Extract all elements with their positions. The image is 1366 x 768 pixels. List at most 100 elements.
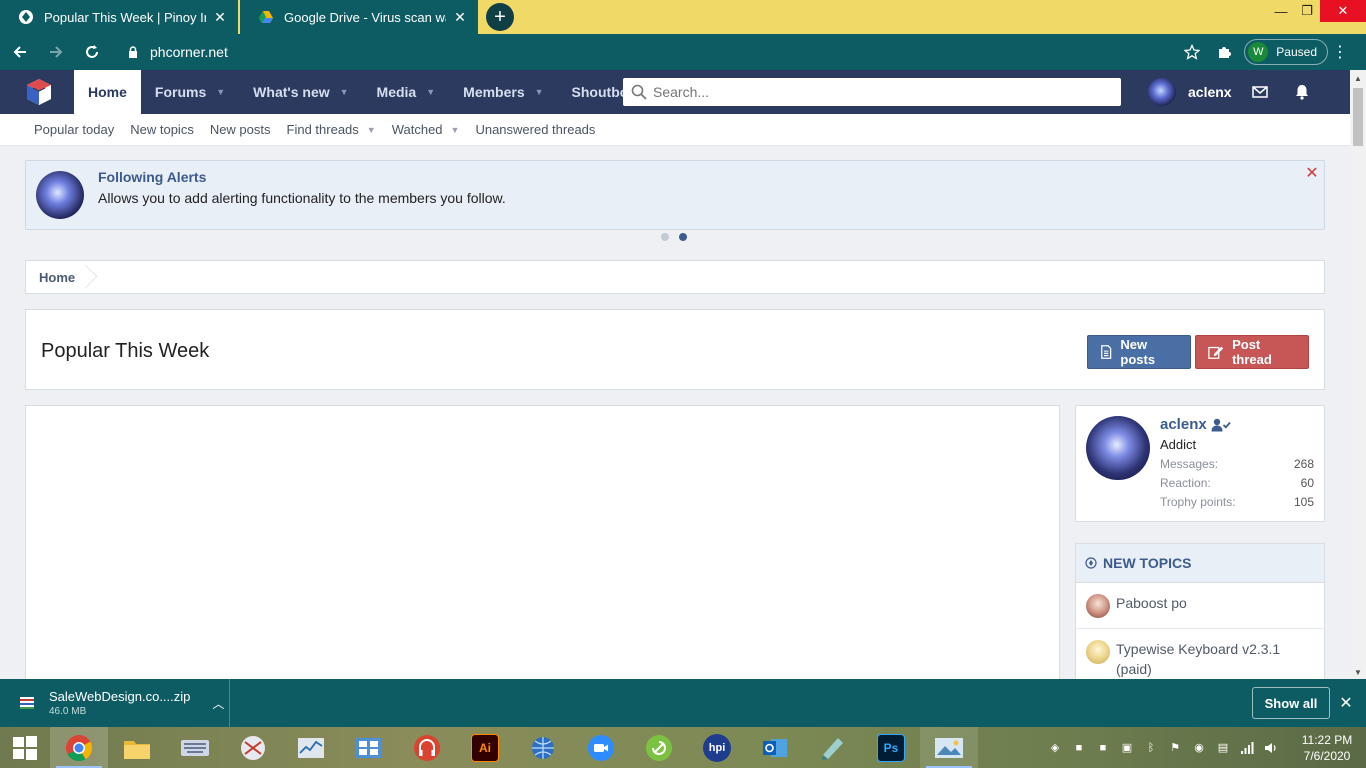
tab-close-icon[interactable]: ✕	[212, 9, 228, 25]
caret-down-icon[interactable]: ▼	[216, 87, 225, 97]
video-app-icon[interactable]	[572, 727, 630, 768]
network-tray-icon[interactable]: ◈	[1046, 739, 1064, 757]
notice-title[interactable]: Following Alerts	[98, 169, 206, 185]
forward-icon[interactable]	[40, 36, 72, 68]
close-icon[interactable]: ✕	[1338, 695, 1354, 712]
reload-icon[interactable]	[76, 36, 108, 68]
alerts-bell-icon[interactable]	[1282, 70, 1322, 114]
resource-monitor-icon[interactable]	[282, 727, 340, 768]
bluetooth-icon[interactable]: ᛒ	[1142, 739, 1160, 757]
nav-home[interactable]: Home	[74, 70, 141, 114]
scroll-down-icon[interactable]: ▼	[1350, 664, 1366, 680]
notes-app-icon[interactable]	[804, 727, 862, 768]
chevron-up-icon[interactable]: ︿	[212, 695, 224, 712]
scroll-up-icon[interactable]: ▲	[1350, 70, 1366, 86]
pager-dot-active[interactable]	[679, 233, 687, 241]
caret-down-icon[interactable]: ▼	[340, 87, 349, 97]
new-posts-button[interactable]: New posts	[1087, 335, 1191, 369]
new-tab-button[interactable]: +	[486, 3, 514, 31]
green-app-icon[interactable]	[630, 727, 688, 768]
image-viewer-icon[interactable]	[920, 727, 978, 768]
window-close-icon[interactable]: ✕	[1320, 0, 1366, 22]
browser-tab-inactive[interactable]: Google Drive - Virus scan warning ✕	[240, 0, 478, 34]
stat-value[interactable]: 105	[1294, 495, 1314, 509]
notice-close-icon[interactable]: ✕	[1304, 165, 1320, 182]
nav-whats-new[interactable]: What's new ▼	[239, 70, 362, 114]
illustrator-icon[interactable]: Ai	[456, 727, 514, 768]
avatar[interactable]	[1086, 416, 1150, 480]
caret-down-icon[interactable]: ▼	[367, 125, 376, 135]
inbox-envelope-icon[interactable]	[1240, 70, 1280, 114]
tray-app-icon[interactable]: ▤	[1214, 739, 1232, 757]
stat-label: Trophy points:	[1160, 495, 1236, 509]
pager-dot[interactable]	[661, 233, 669, 241]
avatar[interactable]	[1086, 640, 1110, 664]
tray-app-icon[interactable]: ▣	[1118, 739, 1136, 757]
keyboard-app-icon[interactable]	[166, 727, 224, 768]
chrome-taskbar-icon[interactable]	[50, 727, 108, 768]
clock-date: 7/6/2020	[1303, 749, 1351, 763]
maximize-icon[interactable]: ❐	[1294, 0, 1320, 22]
browser-toolbar: phcorner.net W Paused ⋮	[0, 34, 1366, 70]
windows-start-icon[interactable]	[0, 727, 50, 768]
photoshop-icon[interactable]: Ps	[862, 727, 920, 768]
tray-app-icon[interactable]: ■	[1070, 739, 1088, 757]
extensions-puzzle-icon[interactable]	[1208, 36, 1240, 68]
subnav-new-topics[interactable]: New topics	[122, 122, 202, 137]
topics-icon	[1085, 557, 1097, 569]
tray-app-icon[interactable]: ⚑	[1166, 739, 1184, 757]
hpi-app-icon[interactable]: hpi	[688, 727, 746, 768]
download-item[interactable]: SaleWebDesign.co....zip 46.0 MB ︿	[0, 679, 230, 727]
subnav-unanswered-threads[interactable]: Unanswered threads	[467, 122, 603, 137]
tray-app-icon[interactable]: ■	[1094, 739, 1112, 757]
post-thread-button[interactable]: Post thread	[1195, 335, 1309, 369]
headphones-app-icon[interactable]	[398, 727, 456, 768]
show-all-button[interactable]: Show all	[1252, 687, 1330, 719]
list-item[interactable]: Paboost po	[1076, 583, 1324, 629]
caret-down-icon[interactable]: ▼	[451, 125, 460, 135]
wifi-signal-icon[interactable]	[1238, 739, 1256, 757]
caret-down-icon[interactable]: ▼	[426, 87, 435, 97]
page-scrollbar[interactable]: ▲ ▼	[1350, 70, 1366, 680]
topic-title[interactable]: Paboost po	[1116, 593, 1187, 618]
topic-title[interactable]: Typewise Keyboard v2.3.1 (paid)	[1116, 639, 1314, 679]
control-panel-icon[interactable]	[340, 727, 398, 768]
subnav-popular-today[interactable]: Popular today	[26, 122, 122, 137]
subnav-watched[interactable]: Watched ▼	[384, 122, 468, 137]
nav-members[interactable]: Members ▼	[449, 70, 557, 114]
snipping-tool-icon[interactable]	[224, 727, 282, 768]
lock-icon[interactable]	[128, 46, 138, 58]
bookmark-star-icon[interactable]	[1176, 36, 1208, 68]
nav-forums[interactable]: Forums ▼	[141, 70, 239, 114]
stat-value[interactable]: 268	[1294, 457, 1314, 471]
browser-menu-icon[interactable]: ⋮	[1328, 36, 1352, 68]
minimize-icon[interactable]: —	[1268, 0, 1294, 22]
stat-value[interactable]: 60	[1301, 476, 1314, 490]
site-logo[interactable]	[12, 70, 66, 114]
address-bar[interactable]: phcorner.net	[116, 38, 1168, 66]
heading-text: NEW TOPICS	[1103, 555, 1192, 571]
avatar[interactable]	[1086, 594, 1110, 618]
tray-app-icon[interactable]: ◉	[1190, 739, 1208, 757]
stat-reaction: Reaction: 60	[1160, 476, 1314, 490]
clock-time: 11:22 PM	[1301, 733, 1353, 747]
list-item[interactable]: Typewise Keyboard v2.3.1 (paid)	[1076, 629, 1324, 682]
search-input[interactable]	[653, 84, 1121, 100]
back-icon[interactable]	[4, 36, 36, 68]
volume-icon[interactable]	[1262, 739, 1280, 757]
file-explorer-icon[interactable]	[108, 727, 166, 768]
taskbar-clock[interactable]: 11:22 PM 7/6/2020	[1296, 732, 1358, 764]
subnav-new-posts[interactable]: New posts	[202, 122, 279, 137]
user-account-menu[interactable]: aclenx	[1148, 70, 1232, 114]
profile-button[interactable]: W Paused	[1244, 39, 1328, 65]
breadcrumb-home[interactable]: Home	[26, 261, 93, 293]
nav-media[interactable]: Media ▼	[363, 70, 450, 114]
browser-tab-active[interactable]: Popular This Week | Pinoy Internet ✕	[0, 0, 238, 34]
sidebar-username[interactable]: aclenx	[1160, 416, 1231, 433]
caret-down-icon[interactable]: ▼	[535, 87, 544, 97]
network-app-icon[interactable]	[514, 727, 572, 768]
outlook-icon[interactable]	[746, 727, 804, 768]
subnav-find-threads[interactable]: Find threads ▼	[279, 122, 384, 137]
scrollbar-thumb[interactable]	[1353, 88, 1363, 146]
tab-close-icon[interactable]: ✕	[452, 9, 468, 25]
